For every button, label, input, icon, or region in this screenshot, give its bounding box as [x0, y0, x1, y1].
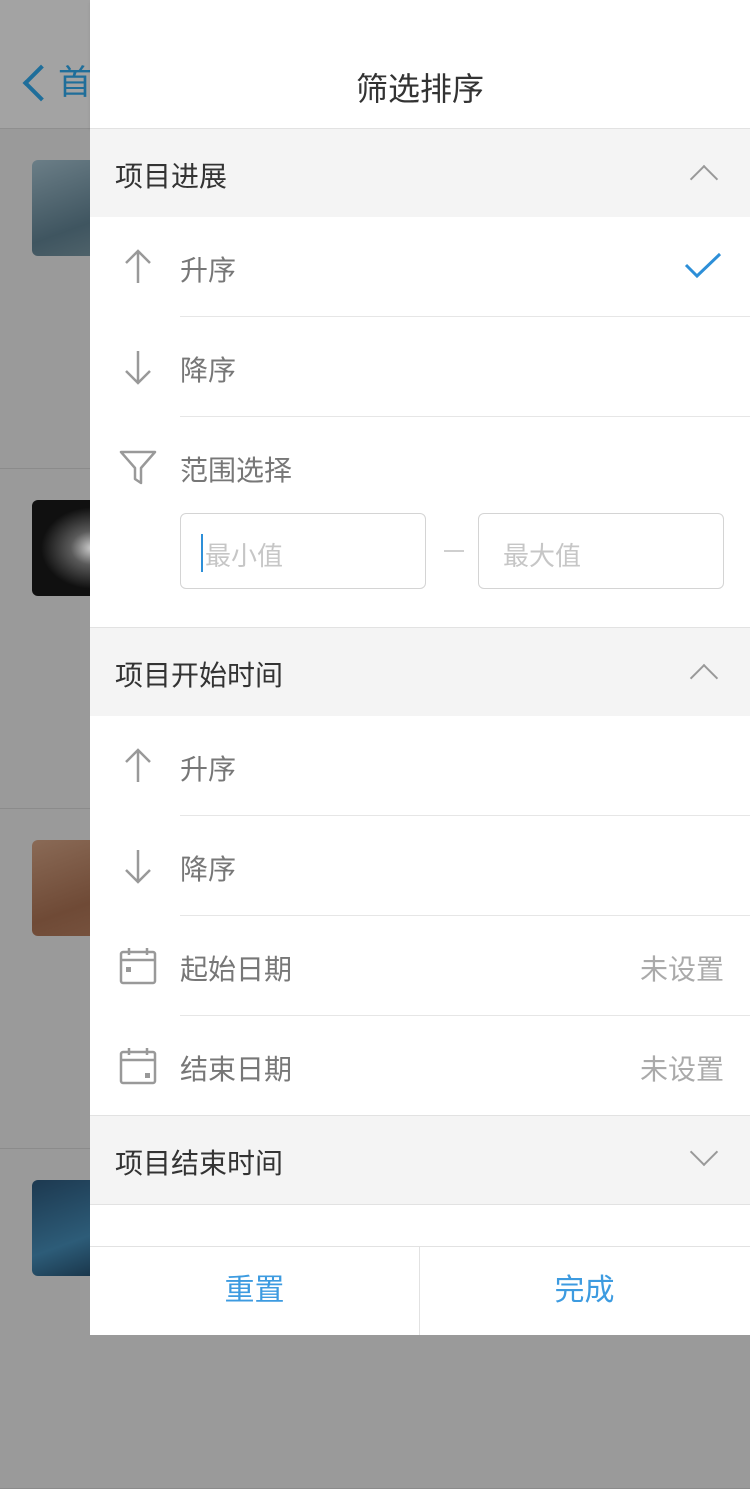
- filter-icon: [119, 450, 157, 485]
- start-date-row[interactable]: 起始日期 未设置: [90, 916, 750, 1016]
- drawer-footer: 重置 完成: [90, 1246, 750, 1335]
- done-button[interactable]: 完成: [420, 1247, 749, 1335]
- range-label: 范围选择: [180, 454, 293, 487]
- range-separator: [444, 550, 464, 552]
- max-value-placeholder: 最大值: [503, 542, 582, 572]
- back-button[interactable]: 首: [18, 62, 92, 104]
- arrow-down-icon: [125, 850, 151, 884]
- chevron-down-icon: [689, 1137, 719, 1167]
- section-header-end-time[interactable]: 项目结束时间: [90, 1115, 750, 1205]
- arrow-down-icon: [125, 351, 151, 385]
- min-value-placeholder: 最小值: [205, 542, 284, 572]
- sort-descending-option[interactable]: 降序: [90, 317, 750, 417]
- end-date-row[interactable]: 结束日期 未设置: [90, 1016, 750, 1115]
- option-label: 升序: [180, 254, 237, 287]
- drawer-header: 筛选排序: [90, 0, 750, 128]
- chevron-up-icon: [689, 663, 719, 693]
- filter-sort-drawer: 筛选排序 项目进展 升序 降序 范围选择 最小值 最大值 项目开始时间 升序 降…: [90, 0, 750, 1335]
- reset-button[interactable]: 重置: [90, 1247, 419, 1335]
- arrow-up-icon: [125, 249, 151, 283]
- section-title: 项目结束时间: [115, 1147, 284, 1180]
- sort-descending-option[interactable]: 降序: [90, 816, 750, 916]
- check-icon: [684, 252, 722, 279]
- date-value: 未设置: [639, 953, 724, 986]
- section-title: 项目开始时间: [115, 659, 284, 692]
- date-label: 起始日期: [180, 953, 293, 986]
- section-header-progress[interactable]: 项目进展: [90, 128, 750, 218]
- section-header-start-time[interactable]: 项目开始时间: [90, 627, 750, 717]
- calendar-start-icon: [119, 948, 157, 985]
- section-title: 项目进展: [115, 160, 228, 193]
- chevron-up-icon: [689, 164, 719, 194]
- calendar-end-icon: [119, 1048, 157, 1085]
- option-label: 降序: [180, 853, 237, 886]
- text-cursor: [201, 534, 203, 572]
- back-label: 首: [58, 63, 92, 103]
- chevron-left-icon: [22, 64, 60, 102]
- date-label: 结束日期: [180, 1053, 293, 1086]
- min-value-input[interactable]: 最小值: [180, 513, 426, 589]
- max-value-input[interactable]: 最大值: [478, 513, 724, 589]
- option-label: 降序: [180, 354, 237, 387]
- sort-ascending-option[interactable]: 升序: [90, 217, 750, 317]
- option-label: 升序: [180, 753, 237, 786]
- sort-ascending-option[interactable]: 升序: [90, 716, 750, 816]
- arrow-up-icon: [125, 748, 151, 782]
- date-value: 未设置: [639, 1053, 724, 1086]
- drawer-title: 筛选排序: [355, 70, 484, 108]
